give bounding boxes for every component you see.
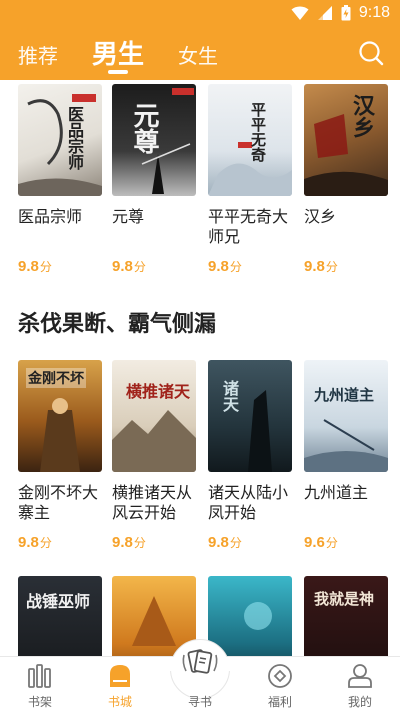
book-cover: 诸天 (208, 360, 292, 472)
book-score: 9.6分 (304, 534, 388, 551)
nav-bookshelf[interactable]: 书架 (0, 657, 80, 712)
status-icons: 9:18 (291, 4, 390, 22)
book-card[interactable]: 金刚不坏 金刚不坏大寨主 9.8分 (18, 360, 102, 551)
book-card[interactable]: 我就是神 (304, 576, 388, 656)
cover-title: 汉乡 (350, 94, 375, 138)
find-book-icon (182, 649, 218, 674)
book-cover: 我就是神 (304, 576, 388, 656)
score-value: 9.8 (112, 534, 133, 551)
wifi-icon (291, 6, 309, 20)
book-title: 平平无奇大师兄 (208, 209, 289, 246)
cover-title: 九州道主 (314, 388, 375, 404)
book-title: 诸天从陆小凤开始 (208, 485, 289, 522)
score-unit: 分 (39, 260, 52, 274)
score-value: 9.8 (18, 534, 39, 551)
cover-title: 横推诸天 (126, 384, 191, 401)
book-card[interactable]: 战锤巫师 (18, 576, 102, 656)
score-unit: 分 (229, 536, 242, 550)
book-cover: 元尊 (112, 84, 196, 196)
book-score: 9.8分 (208, 534, 292, 551)
cover-title: 我就是神 (314, 592, 375, 608)
nav-label: 我的 (347, 695, 372, 709)
book-cover: 平平无奇 (208, 84, 292, 196)
score-value: 9.8 (208, 534, 229, 551)
top-header: 9:18 推荐 男生 女生 (0, 0, 400, 80)
cover-title: 医品宗师 (65, 106, 82, 170)
bottom-nav: 书架 书城 寻书 福利 我的 (0, 639, 400, 712)
cover-title: 金刚不坏 (26, 368, 86, 388)
book-cover: 战锤巫师 (18, 576, 102, 656)
welfare-icon (268, 664, 292, 688)
nav-find-book[interactable]: 寻书 (160, 649, 240, 712)
cover-title: 元尊 (130, 102, 159, 154)
book-score: 9.8分 (112, 258, 196, 275)
book-cover (208, 576, 292, 656)
book-card[interactable]: 九州道主 九州道主 9.6分 (304, 360, 388, 551)
book-cover: 九州道主 (304, 360, 388, 472)
book-title: 汉乡 (304, 209, 337, 226)
book-card[interactable]: 横推诸天 横推诸天从风云开始 9.8分 (112, 360, 196, 551)
score-value: 9.8 (18, 258, 39, 275)
score-value: 9.6 (304, 534, 325, 551)
tab-recommend[interactable]: 推荐 (18, 40, 58, 69)
bookshelf-icon (28, 664, 51, 688)
book-title: 医品宗师 (18, 209, 83, 226)
cover-title: 诸天 (220, 380, 237, 412)
nav-label: 书城 (107, 695, 132, 709)
book-card[interactable] (208, 576, 292, 656)
book-cover: 汉乡 (304, 84, 388, 196)
nav-label: 书架 (27, 695, 52, 709)
nav-welfare[interactable]: 福利 (240, 657, 320, 712)
book-card[interactable]: 医品宗师 医品宗师 9.8分 (18, 84, 102, 275)
active-tab-indicator (108, 70, 128, 74)
tab-female[interactable]: 女生 (178, 40, 218, 69)
book-list: 医品宗师 医品宗师 9.8分 元尊 元尊 9.8分 平平无奇 平平无奇大师兄 9… (0, 80, 400, 656)
bookstore-icon (110, 665, 130, 687)
book-cover: 医品宗师 (18, 84, 102, 196)
book-score: 9.8分 (208, 258, 292, 275)
battery-icon (341, 5, 351, 21)
book-card[interactable]: 汉乡 汉乡 9.8分 (304, 84, 388, 275)
book-title: 元尊 (112, 209, 145, 226)
book-title: 横推诸天从风云开始 (112, 485, 193, 522)
book-card[interactable]: 元尊 元尊 9.8分 (112, 84, 196, 275)
book-score: 9.8分 (18, 534, 102, 551)
score-unit: 分 (133, 536, 146, 550)
book-cover: 横推诸天 (112, 360, 196, 472)
book-score: 9.8分 (18, 258, 102, 275)
score-unit: 分 (229, 260, 242, 274)
book-title: 九州道主 (304, 485, 369, 502)
book-cover: 金刚不坏 (18, 360, 102, 472)
profile-icon (348, 664, 372, 688)
nav-label: 福利 (267, 695, 292, 709)
score-value: 9.8 (304, 258, 325, 275)
status-bar: 9:18 (0, 0, 400, 28)
top-tabs: 推荐 男生 女生 (0, 30, 400, 80)
nav-bookstore[interactable]: 书城 (80, 657, 160, 712)
score-unit: 分 (133, 260, 146, 274)
score-value: 9.8 (112, 258, 133, 275)
cover-title: 战锤巫师 (26, 594, 91, 611)
tab-male[interactable]: 男生 (92, 34, 144, 71)
nav-profile[interactable]: 我的 (320, 657, 400, 712)
nav-label: 寻书 (187, 695, 212, 709)
book-title: 金刚不坏大寨主 (18, 485, 99, 522)
score-unit: 分 (325, 260, 338, 274)
signal-icon (317, 6, 332, 20)
book-score: 9.8分 (304, 258, 388, 275)
score-value: 9.8 (208, 258, 229, 275)
book-card[interactable]: 诸天 诸天从陆小凤开始 9.8分 (208, 360, 292, 551)
section-title: 杀伐果断、霸气侧漏 (18, 311, 217, 336)
search-icon[interactable] (358, 40, 384, 66)
book-card[interactable]: 平平无奇 平平无奇大师兄 9.8分 (208, 84, 292, 275)
book-score: 9.8分 (112, 534, 196, 551)
score-unit: 分 (325, 536, 338, 550)
status-time: 9:18 (358, 4, 390, 21)
score-unit: 分 (39, 536, 52, 550)
cover-title: 平平无奇 (249, 102, 265, 162)
